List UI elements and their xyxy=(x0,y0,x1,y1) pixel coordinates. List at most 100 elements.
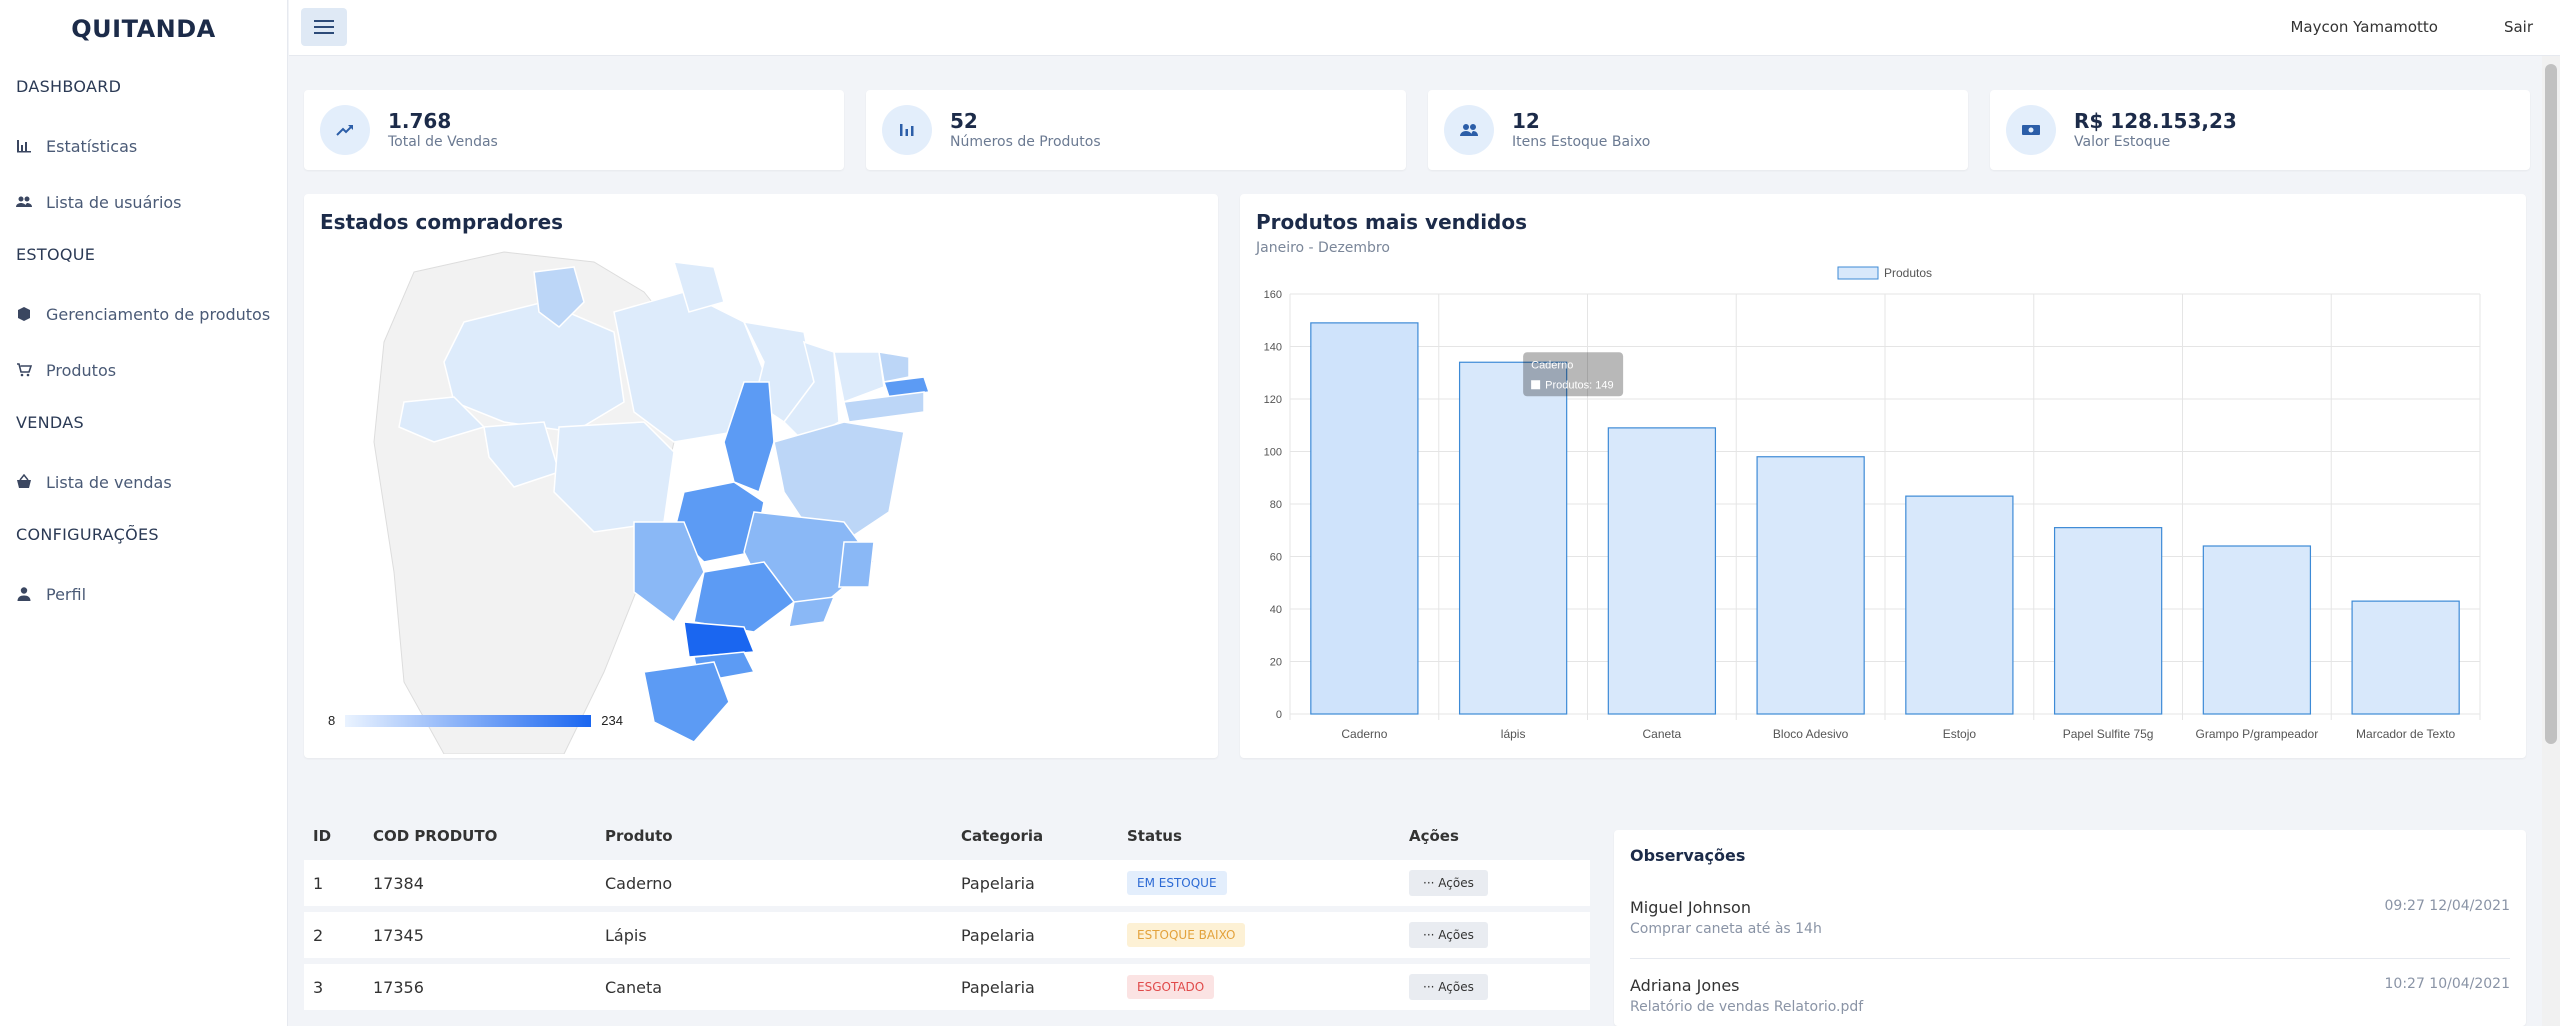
x-tick-label: Estojo xyxy=(1943,727,1977,741)
x-tick-label: Caderno xyxy=(1341,727,1387,741)
x-tick-label: Bloco Adesivo xyxy=(1773,727,1849,741)
y-tick-label: 140 xyxy=(1264,342,1282,354)
x-tick-label: Marcador de Texto xyxy=(2356,727,2455,741)
menu-toggle-button[interactable] xyxy=(301,8,347,46)
cell-categoria: Papelaria xyxy=(952,912,1118,958)
chart-title: Produtos mais vendidos xyxy=(1256,210,1528,234)
col-acoes[interactable]: Ações xyxy=(1400,818,1590,854)
sidebar: QUITANDA DASHBOARD Estatísticas Lista de… xyxy=(0,0,288,1026)
stat-card-valor-estoque: R$ 128.153,23 Valor Estoque xyxy=(1990,90,2530,170)
brand-logo[interactable]: QUITANDA xyxy=(0,0,287,58)
legend-min: 8 xyxy=(328,713,336,728)
state-espirito-santo[interactable] xyxy=(838,541,875,588)
y-tick-label: 80 xyxy=(1270,499,1282,511)
bar xyxy=(1310,322,1419,715)
stat-icon-wrap xyxy=(882,105,932,155)
tooltip-title: Caderno xyxy=(1531,359,1573,371)
stat-label: Valor Estoque xyxy=(2074,134,2171,150)
cell-status: ESTOQUE BAIXO xyxy=(1118,912,1400,958)
observation-item[interactable]: Miguel Johnson 09:27 12/04/2021 Comprar … xyxy=(1630,898,2510,937)
map-title: Estados compradores xyxy=(320,210,564,234)
sidebar-item-perfil[interactable]: Perfil xyxy=(0,566,287,622)
money-icon xyxy=(2022,125,2040,135)
cell-categoria: Papelaria xyxy=(952,964,1118,1010)
table-header-row: ID COD PRODUTO Produto Categoria Status … xyxy=(304,818,1590,854)
bar-chart-card: Produtos mais vendidos Janeiro - Dezembr… xyxy=(1240,194,2526,758)
state-ceara[interactable] xyxy=(833,351,885,404)
legend-label: Produtos xyxy=(1884,266,1932,280)
sidebar-item-gerenciamento[interactable]: Gerenciamento de produtos xyxy=(0,286,287,342)
x-tick-label: Papel Sulfite 75g xyxy=(2063,727,2154,741)
observation-item[interactable]: Adriana Jones 10:27 10/04/2021 Relatório… xyxy=(1630,976,2510,1015)
observations-card: Observações Miguel Johnson 09:27 12/04/2… xyxy=(1614,830,2526,1026)
person-icon xyxy=(17,587,31,601)
cell-id: 2 xyxy=(304,912,364,958)
user-name[interactable]: Maycon Yamamotto xyxy=(2290,18,2438,36)
bar xyxy=(2351,600,2460,715)
observations-title: Observações xyxy=(1630,846,1746,865)
sidebar-item-estatisticas[interactable]: Estatísticas xyxy=(0,118,287,174)
actions-button[interactable]: ··· Ações xyxy=(1409,922,1488,948)
y-tick-label: 160 xyxy=(1264,289,1282,301)
stat-icon-wrap xyxy=(320,105,370,155)
cell-cod: 17356 xyxy=(364,964,596,1010)
actions-button[interactable]: ··· Ações xyxy=(1409,974,1488,1000)
section-estoque: ESTOQUE xyxy=(16,244,96,264)
section-vendas: VENDAS xyxy=(16,412,84,432)
bar xyxy=(1756,456,1865,715)
stat-value: 1.768 xyxy=(388,109,452,133)
section-dashboard: DASHBOARD xyxy=(16,76,122,96)
cart-icon xyxy=(17,363,32,377)
state-rio-grande-do-norte[interactable] xyxy=(878,351,910,383)
sidebar-item-lista-vendas[interactable]: Lista de vendas xyxy=(0,454,287,510)
stat-icon-wrap xyxy=(1444,105,1494,155)
stat-card-total-vendas: 1.768 Total de Vendas xyxy=(304,90,844,170)
cell-acoes: ··· Ações xyxy=(1400,964,1590,1010)
basket-icon xyxy=(17,474,31,488)
tooltip-body: Produtos: 149 xyxy=(1545,379,1614,391)
col-produto[interactable]: Produto xyxy=(596,818,952,854)
stat-label: Números de Produtos xyxy=(950,134,1101,150)
cell-cod: 17345 xyxy=(364,912,596,958)
observation-message: Relatório de vendas Relatorio.pdf xyxy=(1630,999,1864,1015)
state-rio-de-janeiro[interactable] xyxy=(788,596,836,628)
table-row[interactable]: 1 17384 Caderno Papelaria EM ESTOQUE ···… xyxy=(304,860,1590,906)
cell-status: EM ESTOQUE xyxy=(1118,860,1400,906)
cell-produto: Caneta xyxy=(596,964,952,1010)
topbar: Maycon Yamamotto Sair xyxy=(289,0,2560,56)
col-categoria[interactable]: Categoria xyxy=(952,818,1118,854)
cell-categoria: Papelaria xyxy=(952,860,1118,906)
state-rio-grande-do-sul[interactable] xyxy=(643,661,730,743)
bar xyxy=(1607,427,1717,715)
map-card: Estados compradores 8 234 xyxy=(304,194,1218,758)
actions-button[interactable]: ··· Ações xyxy=(1409,870,1488,896)
col-cod-produto[interactable]: COD PRODUTO xyxy=(364,818,596,854)
stat-label: Total de Vendas xyxy=(388,134,498,150)
observation-divider xyxy=(1630,958,2510,959)
status-badge: ESTOQUE BAIXO xyxy=(1127,923,1246,947)
table-row[interactable]: 2 17345 Lápis Papelaria ESTOQUE BAIXO ··… xyxy=(304,912,1590,958)
y-tick-label: 120 xyxy=(1264,394,1282,406)
sidebar-item-label: Gerenciamento de produtos xyxy=(46,304,271,324)
page-scrollbar-thumb[interactable] xyxy=(2545,64,2557,744)
logout-link[interactable]: Sair xyxy=(2504,18,2533,36)
y-tick-label: 40 xyxy=(1270,604,1282,616)
cell-id: 3 xyxy=(304,964,364,1010)
sidebar-item-produtos[interactable]: Produtos xyxy=(0,342,287,398)
bar xyxy=(2053,527,2163,715)
observation-time: 09:27 12/04/2021 xyxy=(2384,898,2511,914)
status-badge: ESGOTADO xyxy=(1127,975,1215,999)
people-icon xyxy=(16,196,32,207)
y-tick-label: 20 xyxy=(1270,657,1282,669)
legend-gradient xyxy=(345,714,592,727)
sidebar-item-lista-usuarios[interactable]: Lista de usuários xyxy=(0,174,287,230)
col-id[interactable]: ID xyxy=(304,818,364,854)
col-status[interactable]: Status xyxy=(1118,818,1400,854)
stat-icon-wrap xyxy=(2006,105,2056,155)
y-tick-label: 100 xyxy=(1264,447,1282,459)
table-row[interactable]: 3 17356 Caneta Papelaria ESGOTADO ··· Aç… xyxy=(304,964,1590,1010)
section-configuracoes: CONFIGURAÇÕES xyxy=(16,524,159,544)
sidebar-item-label: Estatísticas xyxy=(46,136,138,156)
products-table: ID COD PRODUTO Produto Categoria Status … xyxy=(304,812,1590,1016)
stat-label: Itens Estoque Baixo xyxy=(1512,134,1651,150)
